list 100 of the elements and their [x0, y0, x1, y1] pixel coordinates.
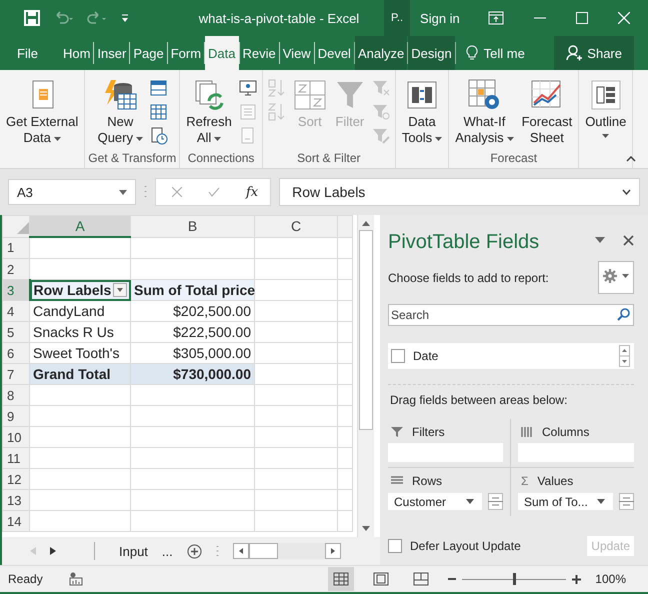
area-label: Columns	[542, 425, 590, 439]
area-label: Rows	[412, 474, 442, 488]
next-sheet-icon[interactable]	[50, 547, 56, 555]
sheet-tab[interactable]: ...	[162, 544, 173, 558]
cell-text: $222,500.00	[173, 324, 251, 340]
zoom-in-icon[interactable]	[572, 574, 582, 584]
defer-checkbox[interactable]	[388, 539, 402, 553]
row-header[interactable]: 2	[2, 258, 30, 280]
caret-icon	[54, 136, 61, 141]
cell-text: Sweet Tooth's	[33, 345, 120, 361]
view-button[interactable]	[328, 567, 354, 591]
ribbon-tab[interactable]: Form	[168, 36, 204, 70]
ribbon-tab[interactable]: Data	[205, 36, 238, 70]
ribbon-tab[interactable]: Devel	[314, 36, 354, 70]
customize-icon[interactable]	[120, 12, 130, 24]
cell-text: $202,500.00	[173, 303, 251, 319]
scroll-down-icon[interactable]	[362, 526, 370, 531]
ribbon-tab[interactable]: View	[280, 36, 314, 70]
page-break-icon	[413, 572, 430, 586]
row-header[interactable]: 14	[2, 510, 30, 532]
row-header[interactable]: 4	[2, 300, 30, 322]
formula-field[interactable]: Row Labels	[279, 178, 640, 206]
ribbon-button[interactable]: Forecast Sheet	[518, 74, 576, 151]
context-tab-title: P..	[384, 0, 410, 36]
share-button[interactable]: Share	[554, 36, 634, 70]
row-header[interactable]: 13	[2, 490, 30, 510]
ribbon-button[interactable]: What-If Analysis	[452, 74, 517, 151]
column-header[interactable]: A	[30, 216, 130, 237]
maximize-icon[interactable]	[576, 12, 588, 24]
ribbon-tab[interactable]: Inser	[94, 36, 130, 70]
caret-icon	[466, 499, 474, 504]
filter-dropdown-icon[interactable]	[113, 283, 127, 297]
ribbon-tab[interactable]: Revie	[240, 36, 279, 70]
spinner-icon[interactable]	[619, 345, 630, 367]
close-icon[interactable]	[618, 12, 630, 24]
row-header[interactable]: 9	[2, 406, 30, 426]
ribbon-button[interactable]: New Query	[94, 74, 146, 151]
ribbon-button[interactable]: Data Tools	[398, 74, 446, 165]
area-field-item[interactable]: Customer	[388, 493, 482, 510]
ribbon-tab[interactable]: Design	[408, 36, 455, 70]
tools-button[interactable]	[598, 261, 634, 294]
save-icon[interactable]	[24, 10, 40, 26]
name-box[interactable]: A3	[8, 179, 136, 205]
ribbon-icon-button[interactable]	[236, 78, 259, 98]
scroll-left-icon[interactable]	[238, 548, 243, 554]
window-title: what-is-a-pivot-table - Excel	[198, 10, 360, 26]
caret-icon	[119, 190, 127, 194]
macro-record-icon[interactable]	[68, 572, 83, 586]
spinner-icon[interactable]	[619, 493, 634, 510]
person-icon	[566, 45, 582, 61]
row-header[interactable]: 1	[2, 237, 30, 258]
ribbon-display-icon[interactable]	[488, 11, 504, 25]
sheet-tab[interactable]: Input	[119, 544, 148, 558]
ribbon-tab[interactable]: File	[14, 36, 46, 70]
collapse-ribbon-icon[interactable]	[626, 156, 636, 162]
sign-in-link[interactable]: Sign in	[420, 10, 460, 26]
horizontal-scrollbar[interactable]	[232, 543, 341, 559]
column-header[interactable]: B	[130, 216, 254, 237]
column-header[interactable]: C	[254, 216, 338, 237]
ribbon-tab[interactable]: Page	[130, 36, 167, 70]
row-header[interactable]: 6	[2, 342, 30, 364]
tell-me-search[interactable]: Tell me	[456, 36, 535, 70]
row-header[interactable]: 7	[2, 364, 30, 384]
search-field[interactable]: Search	[388, 304, 634, 326]
ribbon-tab[interactable]: Hom	[60, 36, 94, 70]
row-header[interactable]: 3	[2, 280, 30, 300]
columns-icon	[406, 79, 438, 111]
status-text: Ready	[8, 572, 43, 586]
row-header[interactable]: 11	[2, 448, 30, 468]
filter-icon	[372, 127, 390, 145]
insert-function-button[interactable]: fx	[246, 184, 258, 200]
filter-icon	[391, 426, 403, 438]
zoom-thumb[interactable]	[513, 573, 516, 585]
spinner-icon[interactable]	[488, 493, 503, 510]
rows-icon	[391, 475, 403, 487]
row-header[interactable]: 12	[2, 468, 30, 490]
row-header[interactable]: 10	[2, 426, 30, 448]
field-checkbox[interactable]	[391, 349, 405, 363]
scroll-up-icon[interactable]	[362, 221, 370, 226]
check-icon[interactable]	[208, 187, 220, 197]
row-header[interactable]: 5	[2, 322, 30, 342]
zoom-out-icon[interactable]	[448, 575, 456, 583]
area-field-item[interactable]: Sum of To...	[518, 493, 613, 510]
add-sheet-icon[interactable]	[186, 544, 202, 558]
filter-icon	[372, 79, 390, 97]
ribbon-button[interactable]: Outline	[582, 74, 630, 165]
monitor-icon	[238, 79, 257, 97]
table-icon	[150, 79, 168, 97]
caret-icon	[506, 136, 514, 141]
choose-fields-label: Choose fields to add to report:	[388, 270, 549, 284]
ribbon-button[interactable]: Get External Data	[3, 74, 82, 165]
expand-icon[interactable]	[622, 189, 631, 195]
field-label: Date	[413, 349, 438, 363]
ribbon-button[interactable]: Refresh All	[183, 74, 235, 151]
ribbon-tab[interactable]: Analyze	[354, 36, 408, 70]
pane-title: PivotTable Fields	[388, 230, 540, 254]
row-header[interactable]: 8	[2, 384, 30, 406]
caret-icon	[214, 136, 222, 141]
scroll-right-icon[interactable]	[330, 548, 335, 554]
vertical-scrollbar[interactable]	[357, 215, 374, 537]
